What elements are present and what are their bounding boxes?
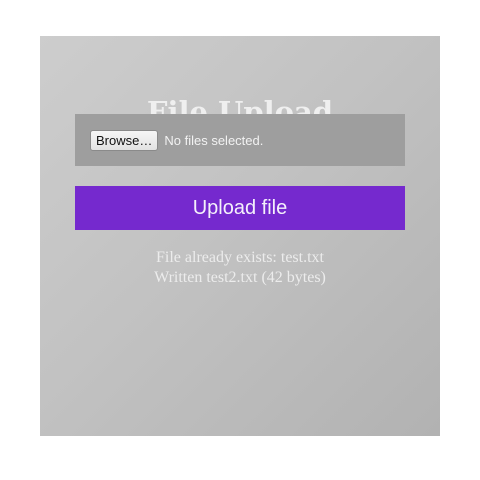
upload-button[interactable]: Upload file bbox=[75, 186, 405, 230]
status-message: File already exists: test.txt bbox=[156, 249, 324, 266]
status-message: Written test2.txt (42 bytes) bbox=[154, 269, 326, 286]
browse-button[interactable]: Browse… bbox=[90, 129, 159, 151]
file-input[interactable]: Browse… No files selected. bbox=[75, 114, 405, 166]
upload-card: File Upload Browse… No files selected. U… bbox=[40, 36, 440, 436]
file-status-text: No files selected. bbox=[164, 132, 264, 148]
status-messages: File already exists: test.txt Written te… bbox=[40, 248, 440, 288]
